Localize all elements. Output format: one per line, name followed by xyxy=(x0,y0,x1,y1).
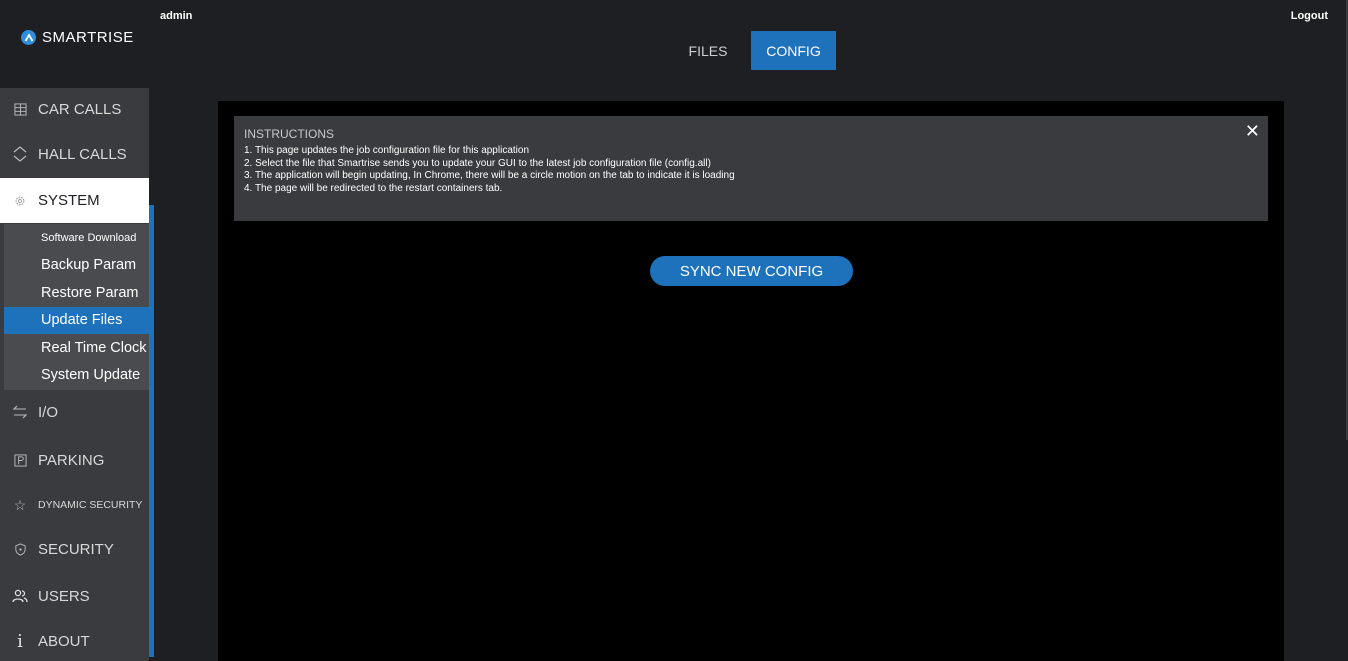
sidebar-item-label: USERS xyxy=(38,587,90,605)
star-icon: ☆ xyxy=(13,496,27,513)
sidebar-item-hall-calls[interactable]: HALL CALLS xyxy=(0,138,149,170)
sidebar-item-security[interactable]: SECURITY xyxy=(0,534,149,564)
instruction-line: 2. Select the file that Smartrise sends … xyxy=(244,157,711,169)
top-bar: admin Logout xyxy=(155,0,1348,31)
sync-new-config-button[interactable]: SYNC NEW CONFIG xyxy=(650,256,853,286)
sidebar-item-label: I/O xyxy=(38,403,59,421)
grid-icon xyxy=(12,101,28,117)
up-down-chevron-icon xyxy=(12,146,28,162)
submenu-software-download[interactable]: Software Download xyxy=(4,224,149,252)
submenu-label: Software Download xyxy=(41,231,137,244)
sidebar-item-label: SYSTEM xyxy=(38,192,100,209)
brand-logo[interactable]: SMARTRISE xyxy=(21,29,134,46)
instructions-box: INSTRUCTIONS 1. This page updates the jo… xyxy=(234,116,1268,221)
instruction-line: 1. This page updates the job configurati… xyxy=(244,145,529,156)
sidebar-item-label: SECURITY xyxy=(38,540,114,558)
parking-icon xyxy=(12,452,28,468)
sidebar-item-label: HALL CALLS xyxy=(38,145,127,163)
logo-area: SMARTRISE xyxy=(0,0,155,88)
sidebar-item-users[interactable]: USERS xyxy=(0,581,149,611)
sidebar-item-dynamic-security[interactable]: ☆ DYNAMIC SECURITY xyxy=(0,490,149,520)
sidebar-item-car-calls[interactable]: CAR CALLS xyxy=(0,93,149,125)
sidebar-item-label: DYNAMIC SECURITY xyxy=(38,499,143,511)
gear-icon xyxy=(12,193,28,209)
sidebar-item-system[interactable]: SYSTEM xyxy=(0,178,149,223)
submenu-label: System Update xyxy=(41,367,141,384)
sidebar-item-label: ABOUT xyxy=(38,632,90,650)
brand-name: SMARTRISE xyxy=(42,29,134,46)
main-panel: INSTRUCTIONS 1. This page updates the jo… xyxy=(218,101,1284,661)
submenu-real-time-clock[interactable]: Real Time Clock xyxy=(4,334,149,362)
instructions-title: INSTRUCTIONS xyxy=(244,127,334,141)
tab-files[interactable]: FILES xyxy=(675,31,741,70)
info-icon: i xyxy=(17,630,23,652)
sidebar-item-label: PARKING xyxy=(38,451,105,469)
submenu-system-update[interactable]: System Update xyxy=(4,362,149,390)
smartrise-logo-icon xyxy=(21,30,36,45)
submenu-backup-param[interactable]: Backup Param xyxy=(4,252,149,280)
tab-config[interactable]: CONFIG xyxy=(751,31,836,70)
submenu-label: Backup Param xyxy=(41,257,137,274)
sidebar-item-io[interactable]: I/O xyxy=(0,397,149,427)
tab-bar: FILES CONFIG xyxy=(155,31,1348,71)
submenu-update-files[interactable]: Update Files xyxy=(4,306,149,334)
sidebar-scrollbar[interactable] xyxy=(149,205,154,657)
close-icon[interactable]: ✕ xyxy=(1245,122,1260,140)
users-icon xyxy=(12,588,28,604)
instruction-line: 4. The page will be redirected to the re… xyxy=(244,182,503,194)
current-user: admin xyxy=(160,10,193,22)
sidebar-item-label: CAR CALLS xyxy=(38,100,122,118)
logout-link[interactable]: Logout xyxy=(1291,10,1328,22)
shield-icon xyxy=(12,541,28,557)
submenu-label: Restore Param xyxy=(41,284,139,301)
system-submenu: Software Download Backup Param Restore P… xyxy=(4,224,149,390)
submenu-label: Real Time Clock xyxy=(41,339,147,356)
submenu-restore-param[interactable]: Restore Param xyxy=(4,279,149,307)
instruction-line: 3. The application will begin updating, … xyxy=(244,170,735,181)
submenu-label: Update Files xyxy=(41,312,123,329)
swap-arrows-icon xyxy=(12,404,28,420)
sidebar-item-about[interactable]: i ABOUT xyxy=(0,626,149,656)
sidebar-item-parking[interactable]: PARKING xyxy=(0,445,149,475)
